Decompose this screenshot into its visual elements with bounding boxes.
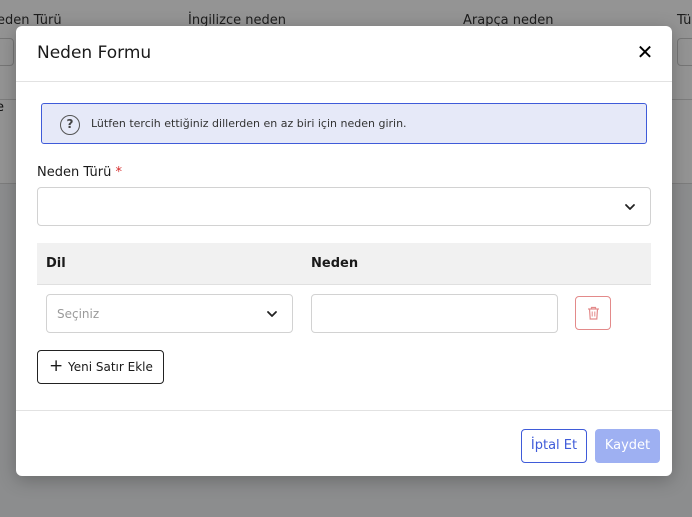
cancel-button[interactable]: İptal Et <box>521 429 587 463</box>
info-alert: ? Lütfen tercih ettiğiniz dillerden en a… <box>41 103 647 144</box>
language-select[interactable]: Seçiniz <box>46 294 293 333</box>
modal-header: Neden Formu ✕ <box>16 26 672 82</box>
close-icon[interactable]: ✕ <box>634 41 656 63</box>
reason-type-label-text: Neden Türü <box>37 165 112 180</box>
required-mark: * <box>115 165 122 180</box>
trash-icon <box>588 306 599 320</box>
delete-row-button[interactable] <box>575 296 611 330</box>
add-row-button[interactable]: + Yeni Satır Ekle <box>37 350 164 384</box>
chevron-down-icon <box>625 204 635 210</box>
reason-input[interactable] <box>311 294 558 333</box>
modal-title: Neden Formu <box>37 43 152 63</box>
reason-type-label: Neden Türü * <box>37 165 122 180</box>
question-icon: ? <box>60 115 80 135</box>
header-language: Dil <box>46 256 66 271</box>
language-placeholder: Seçiniz <box>57 307 100 321</box>
chevron-down-icon <box>267 311 277 317</box>
reason-form-modal: Neden Formu ✕ ? Lütfen tercih ettiğiniz … <box>16 26 672 476</box>
plus-icon: + <box>49 356 64 376</box>
reason-type-select[interactable] <box>37 187 651 226</box>
info-text: Lütfen tercih ettiğiniz dillerden en az … <box>91 117 407 130</box>
header-reason: Neden <box>311 256 359 271</box>
add-row-label: Yeni Satır Ekle <box>68 360 153 374</box>
save-button[interactable]: Kaydet <box>595 429 660 463</box>
language-table-header: Dil Neden <box>37 243 651 285</box>
